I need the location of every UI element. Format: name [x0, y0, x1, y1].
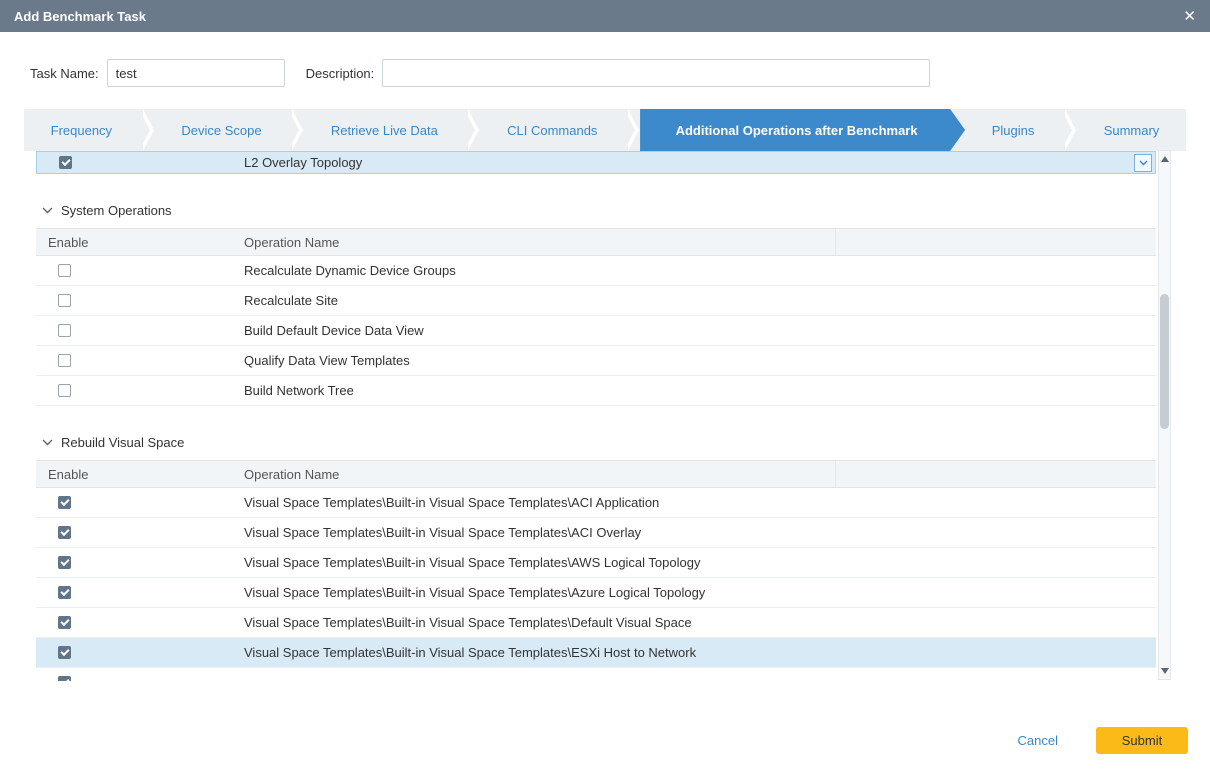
column-header-operation-name: Operation Name: [236, 229, 836, 255]
table-row[interactable]: Visual Space Templates\Built-in Visual S…: [36, 488, 1156, 518]
tab-separator-icon: [288, 109, 304, 151]
operation-name: Visual Space Templates\Built-in Visual S…: [236, 495, 836, 510]
table-row[interactable]: Recalculate Site: [36, 286, 1156, 316]
table-row[interactable]: Qualify Data View Templates: [36, 346, 1156, 376]
chevron-down-icon: [1139, 160, 1148, 166]
table-row-l2-overlay-topology[interactable]: L2 Overlay Topology: [36, 151, 1156, 174]
enable-checkbox[interactable]: [58, 616, 71, 629]
table-row[interactable]: Recalculate Dynamic Device Groups: [36, 256, 1156, 286]
enable-cell: [36, 556, 236, 569]
operation-name: Qualify Data View Templates: [236, 353, 836, 368]
enable-cell: [36, 616, 236, 629]
enable-cell: [36, 496, 236, 509]
operation-name: Visual Space Templates\Built-in Visual S…: [236, 555, 836, 570]
table-row[interactable]: Visual Space Templates\Built-in Visual S…: [36, 578, 1156, 608]
content-viewport: L2 Overlay Topology System Operations En…: [36, 151, 1156, 681]
enable-checkbox[interactable]: [58, 526, 71, 539]
table-row[interactable]: [36, 668, 1156, 681]
tab-cli-commands[interactable]: CLI Commands: [480, 109, 624, 151]
column-header-operation-name: Operation Name: [236, 461, 836, 487]
tab-frequency[interactable]: Frequency: [24, 109, 139, 151]
operation-name: Build Network Tree: [236, 383, 836, 398]
enable-checkbox[interactable]: [58, 324, 71, 337]
enable-cell: [36, 526, 236, 539]
enable-checkbox[interactable]: [58, 646, 71, 659]
enable-cell: [36, 354, 236, 367]
scrollbar[interactable]: [1158, 150, 1171, 680]
tab-separator-icon: [139, 109, 155, 151]
table-header: Enable Operation Name: [36, 228, 1156, 256]
column-header-enable: Enable: [36, 467, 236, 482]
scroll-up-arrow-icon[interactable]: [1161, 156, 1169, 162]
tab-separator-icon: [624, 109, 640, 151]
tab-separator-icon: [464, 109, 480, 151]
section-system-operations: System Operations Enable Operation Name …: [36, 202, 1156, 406]
enable-checkbox[interactable]: [58, 354, 71, 367]
description-input[interactable]: [382, 59, 930, 87]
chevron-down-icon: [42, 439, 53, 446]
scroll-down-arrow-icon[interactable]: [1161, 668, 1169, 674]
enable-checkbox[interactable]: [58, 676, 71, 681]
tab-device-scope[interactable]: Device Scope: [155, 109, 289, 151]
enable-checkbox[interactable]: [58, 294, 71, 307]
submit-button[interactable]: Submit: [1096, 727, 1188, 754]
enable-cell: [36, 264, 236, 277]
task-form: Task Name: Description:: [30, 59, 1210, 87]
tab-separator-icon: [1061, 109, 1077, 151]
table-row[interactable]: Visual Space Templates\Built-in Visual S…: [36, 548, 1156, 578]
operation-name: Visual Space Templates\Built-in Visual S…: [236, 585, 836, 600]
task-name-input[interactable]: [107, 59, 285, 87]
enable-cell: [36, 586, 236, 599]
add-benchmark-task-dialog: Add Benchmark Task ✕ Task Name: Descript…: [0, 0, 1210, 776]
wizard-tabs: Frequency Device Scope Retrieve Live Data C…: [24, 109, 1186, 151]
tab-retrieve-live-data[interactable]: Retrieve Live Data: [304, 109, 464, 151]
enable-cell: [36, 676, 236, 681]
scrollbar-thumb[interactable]: [1160, 294, 1169, 429]
column-header-enable: Enable: [36, 235, 236, 250]
operation-name: Visual Space Templates\Built-in Visual S…: [236, 615, 836, 630]
enable-checkbox[interactable]: [58, 586, 71, 599]
section-title: Rebuild Visual Space: [61, 435, 184, 450]
table-row[interactable]: Visual Space Templates\Built-in Visual S…: [36, 608, 1156, 638]
tab-summary[interactable]: Summary: [1077, 109, 1186, 151]
table-header: Enable Operation Name: [36, 460, 1156, 488]
tab-plugins[interactable]: Plugins: [965, 109, 1061, 151]
table-row[interactable]: Visual Space Templates\Built-in Visual S…: [36, 518, 1156, 548]
section-rebuild-visual-space: Rebuild Visual Space Enable Operation Na…: [36, 434, 1156, 681]
operation-name: Visual Space Templates\Built-in Visual S…: [236, 525, 836, 540]
dialog-footer: Cancel Submit: [1018, 727, 1188, 754]
enable-checkbox[interactable]: [58, 264, 71, 277]
description-label: Description:: [306, 66, 375, 81]
dialog-titlebar: Add Benchmark Task ✕: [0, 0, 1210, 32]
operations-table: Enable Operation Name Visual Space Templ…: [36, 460, 1156, 681]
close-icon[interactable]: ✕: [1183, 9, 1196, 24]
cancel-button[interactable]: Cancel: [1018, 733, 1058, 748]
enable-checkbox[interactable]: [58, 384, 71, 397]
chevron-down-icon: [42, 207, 53, 214]
table-row[interactable]: Visual Space Templates\Built-in Visual S…: [36, 638, 1156, 668]
table-row[interactable]: Build Network Tree: [36, 376, 1156, 406]
operations-table: Enable Operation Name Recalculate Dynami…: [36, 228, 1156, 406]
section-title: System Operations: [61, 203, 172, 218]
enable-cell: [36, 324, 236, 337]
dialog-title: Add Benchmark Task: [14, 9, 146, 24]
table-row[interactable]: Build Default Device Data View: [36, 316, 1156, 346]
operation-name: L2 Overlay Topology: [244, 155, 362, 170]
tab-additional-operations-after-benchmark[interactable]: Additional Operations after Benchmark: [640, 109, 965, 151]
enable-cell: [36, 646, 236, 659]
operation-name: Visual Space Templates\Built-in Visual S…: [236, 645, 836, 660]
operation-name: Recalculate Dynamic Device Groups: [236, 263, 836, 278]
enable-cell: [36, 384, 236, 397]
operation-name: Build Default Device Data View: [236, 323, 836, 338]
task-name-label: Task Name:: [30, 66, 99, 81]
dropdown-button[interactable]: [1134, 154, 1152, 172]
section-header[interactable]: Rebuild Visual Space: [42, 434, 1156, 451]
section-header[interactable]: System Operations: [42, 202, 1156, 219]
operation-name: Recalculate Site: [236, 293, 836, 308]
enable-checkbox[interactable]: [58, 496, 71, 509]
enable-checkbox[interactable]: [59, 156, 72, 169]
enable-checkbox[interactable]: [58, 556, 71, 569]
enable-cell: [36, 294, 236, 307]
